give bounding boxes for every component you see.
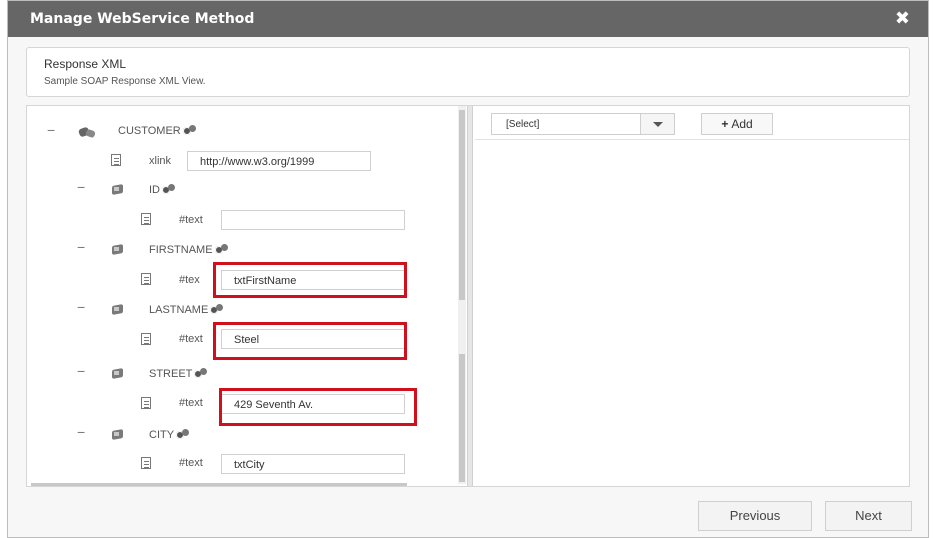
tree-node-city[interactable]: CITY [149,429,190,441]
chevron-down-icon[interactable] [640,114,674,134]
tree-horizontal-scrollbar[interactable] [31,483,407,486]
tree-node-firstname-label: FIRSTNAME [149,244,213,256]
gear-icon[interactable] [176,429,190,441]
next-button[interactable]: Next [825,501,912,531]
collapse-customer-icon[interactable]: − [47,122,55,138]
tree-node-lastname-label: LASTNAME [149,304,209,316]
city-text-field[interactable]: txtCity [221,454,405,474]
gear-icon[interactable] [194,368,208,380]
collapse-street-icon[interactable]: − [77,363,85,379]
text-doc-icon [141,457,151,469]
dialog-titlebar: Manage WebService Method ✖ [8,1,928,37]
close-icon[interactable]: ✖ [895,8,910,29]
tree-node-id-label: ID [149,184,160,196]
text-doc-icon [141,213,151,225]
collapse-city-icon[interactable]: − [77,424,85,440]
tree-node-street[interactable]: STREET [149,368,208,380]
xml-tree-pane: − CUSTOMER xlink http://www.w3.org/1999 … [27,106,467,486]
mapping-select[interactable]: [Select] [491,113,675,135]
text-doc-icon [141,333,151,345]
tree-node-lastname[interactable]: LASTNAME [149,304,224,316]
xlink-label: xlink [149,155,172,167]
xlink-field[interactable]: http://www.w3.org/1999 [187,151,371,171]
tree-node-customer-label: CUSTOMER [118,125,181,137]
tree-node-id[interactable]: ID [149,184,176,196]
pane-splitter[interactable] [467,106,473,486]
id-text-label: #text [179,214,203,226]
element-cube-icon [111,368,124,379]
previous-button[interactable]: Previous [698,501,812,531]
firstname-text-field[interactable]: txtFirstName [221,270,405,290]
plus-icon: + [721,117,729,131]
text-doc-icon [141,397,151,409]
tree-node-city-label: CITY [149,429,175,441]
element-cube-icon [111,184,124,195]
gear-icon[interactable] [182,125,197,137]
firstname-text-label: #tex [179,274,200,286]
manage-webservice-dialog: Manage WebService Method ✖ Response XML … [7,0,929,538]
element-cube-icon [111,244,124,255]
collapse-lastname-icon[interactable]: − [77,299,85,315]
mapping-toolbar: [Select] + Add [475,106,909,140]
tree-node-firstname[interactable]: FIRSTNAME [149,244,229,256]
collapse-firstname-icon[interactable]: − [77,239,85,255]
webservice-icon [79,124,97,138]
element-cube-icon [111,429,124,440]
add-button-label: Add [731,117,753,131]
collapse-id-icon[interactable]: − [77,179,85,195]
street-text-field[interactable]: 429 Seventh Av. [221,394,405,414]
scrollbar-thumb[interactable] [459,110,465,300]
element-cube-icon [111,304,124,315]
text-doc-icon [141,273,151,285]
lastname-text-field[interactable]: Steel [221,329,405,349]
tree-node-street-label: STREET [149,368,193,380]
tree-vertical-scrollbar[interactable] [458,106,466,484]
info-subheading: Sample SOAP Response XML View. [44,76,206,87]
info-heading: Response XML [44,57,127,71]
gear-icon[interactable] [214,244,229,256]
tree-node-customer[interactable]: CUSTOMER [118,125,197,137]
dialog-title: Manage WebService Method [30,11,255,27]
lastname-text-label: #text [179,333,203,345]
response-xml-info-panel: Response XML Sample SOAP Response XML Vi… [26,47,910,97]
id-text-field[interactable] [221,210,405,230]
city-text-label: #text [179,457,203,469]
gear-icon[interactable] [210,304,224,316]
mapping-pane: [Select] + Add [475,106,909,486]
street-text-label: #text [179,397,203,409]
gear-icon[interactable] [162,184,176,196]
scrollbar-thumb[interactable] [459,354,465,482]
attribute-doc-icon [111,154,121,166]
main-panel: − CUSTOMER xlink http://www.w3.org/1999 … [26,105,910,487]
add-button[interactable]: + Add [701,113,773,135]
select-value: [Select] [506,119,540,130]
